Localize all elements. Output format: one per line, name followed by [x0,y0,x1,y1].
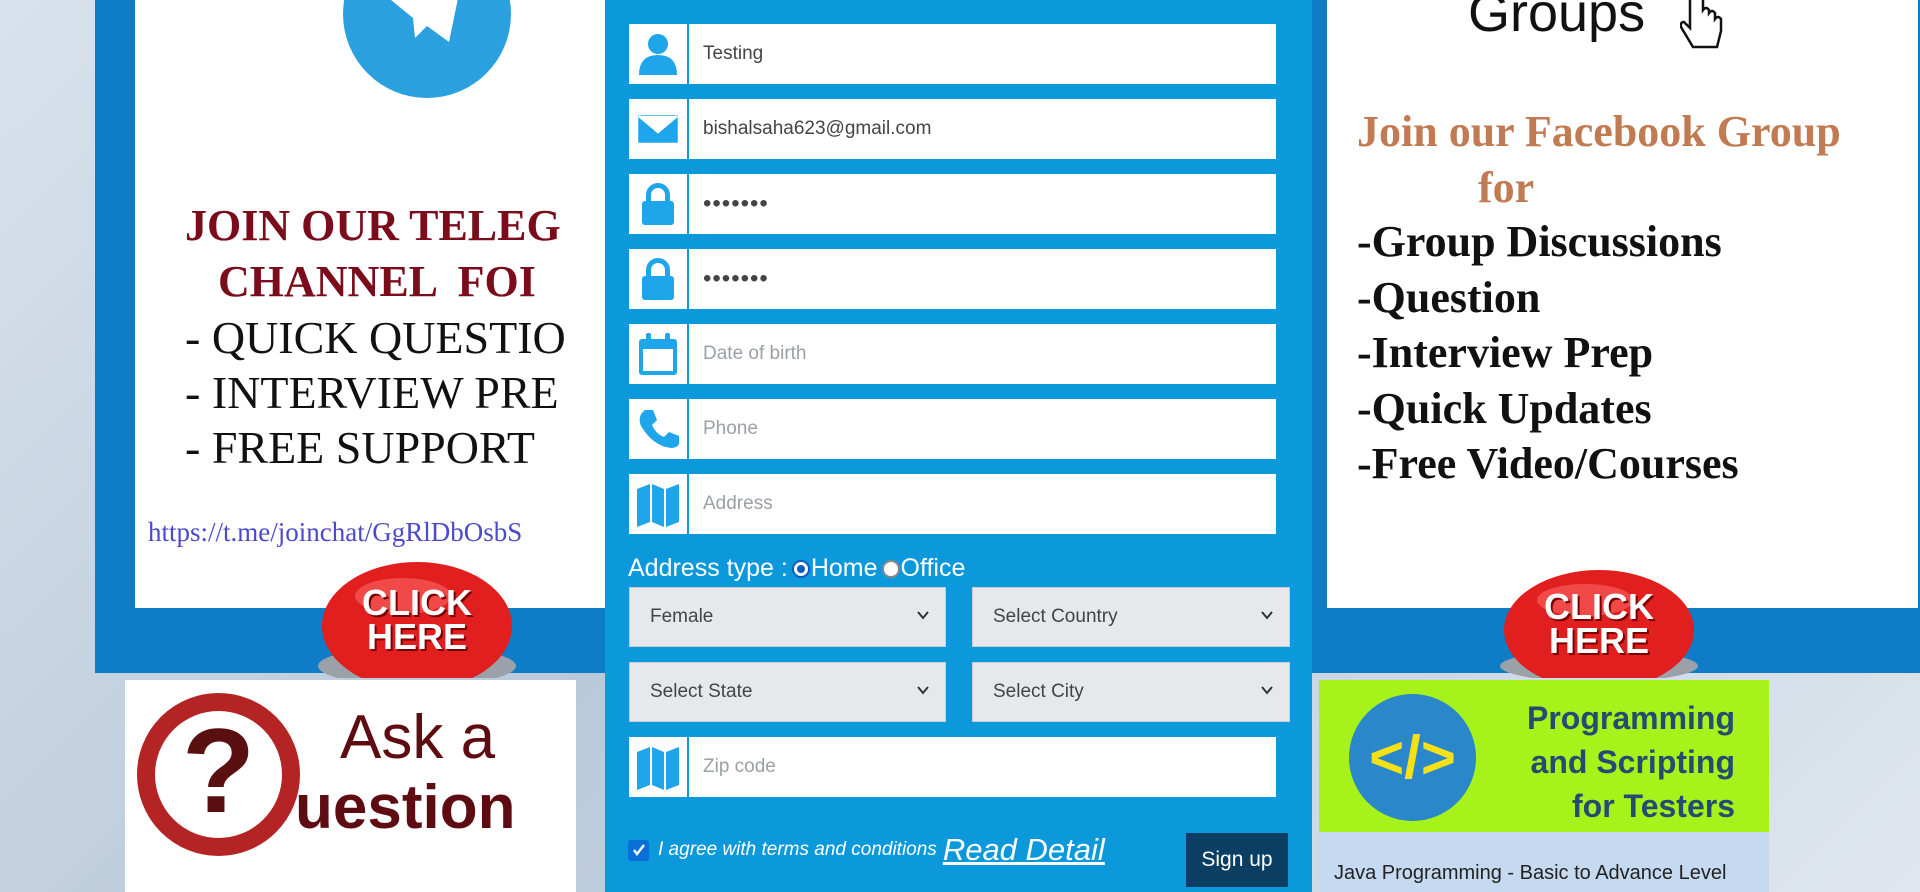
terms-row: I agree with terms and conditions Read D… [628,832,1105,868]
facebook-heading: Join our Facebook Group for [1357,107,1841,212]
ask-line2: uestion [295,773,516,842]
terms-text: I agree with terms and conditions [658,839,937,860]
email-field [629,99,1276,159]
chevron-down-icon [1261,611,1273,620]
gender-select[interactable]: Female [629,587,946,647]
address-input[interactable] [689,474,1276,534]
chevron-down-icon [917,611,929,620]
dob-field [629,324,1276,384]
map-icon [629,737,689,797]
telegram-click-label: CLICK HERE [362,582,472,657]
state-select[interactable]: Select State [629,662,946,722]
telegram-points: - QUICK QUESTIO - INTERVIEW PRE - FREE S… [185,312,566,473]
address-type-label: Address type : [628,554,788,582]
programming-subtitle[interactable]: Java Programming - Basic to Advance Leve… [1334,862,1726,885]
password-input[interactable] [689,174,1276,234]
confirm-password-field [629,249,1276,309]
office-radio-label[interactable]: Office [901,554,966,583]
chevron-down-icon [1261,686,1273,695]
phone-field [629,399,1276,459]
facebook-click-here-button[interactable]: CLICK HERE [1500,568,1698,690]
city-select[interactable]: Select City [972,662,1290,722]
address-field [629,474,1276,534]
gender-select-value: Female [650,606,714,627]
map-icon [629,474,689,534]
lock-icon [629,174,689,234]
calendar-icon [629,324,689,384]
terms-checkbox[interactable] [628,839,649,861]
zip-input[interactable] [689,737,1276,797]
name-input[interactable] [689,24,1276,84]
home-radio-label[interactable]: Home [811,554,878,583]
zip-field [629,737,1276,797]
check-icon [632,844,645,856]
country-select[interactable]: Select Country [972,587,1290,647]
ask-line1: Ask a [340,703,496,772]
confirm-password-input[interactable] [689,249,1276,309]
question-mark-icon: ? [137,693,300,856]
facebook-groups-text: Groups [1468,0,1646,43]
telegram-logo-icon [343,0,511,98]
programming-title: Programming and Scripting for Testers [1526,700,1735,824]
phone-input[interactable] [689,399,1276,459]
chevron-down-icon [917,686,929,695]
read-detail-link[interactable]: Read Detail [943,832,1105,868]
password-field [629,174,1276,234]
email-input[interactable] [689,99,1276,159]
telegram-heading: JOIN OUR TELEG CHANNEL FOI [185,201,561,306]
telegram-click-here-button[interactable]: CLICK HERE [318,556,516,690]
name-field [629,24,1276,84]
user-icon [629,24,689,84]
country-select-value: Select Country [993,606,1118,627]
envelope-icon [629,99,689,159]
facebook-points: -Group Discussions -Question -Interview … [1357,217,1739,488]
state-select-value: Select State [650,681,753,702]
lock-icon [629,249,689,309]
facebook-click-label: CLICK HERE [1544,586,1654,661]
code-icon: </> [1349,694,1476,821]
telegram-link[interactable]: https://t.me/joinchat/GgRlDbOsbS [148,517,522,548]
office-radio[interactable] [881,559,900,578]
home-radio[interactable] [791,559,810,578]
phone-icon [629,399,689,459]
city-select-value: Select City [993,681,1084,702]
address-type-group: Address type : Home Office [628,554,965,583]
dob-input[interactable] [689,324,1276,384]
signup-button[interactable]: Sign up [1186,833,1288,887]
hand-pointer-icon [1679,0,1724,52]
